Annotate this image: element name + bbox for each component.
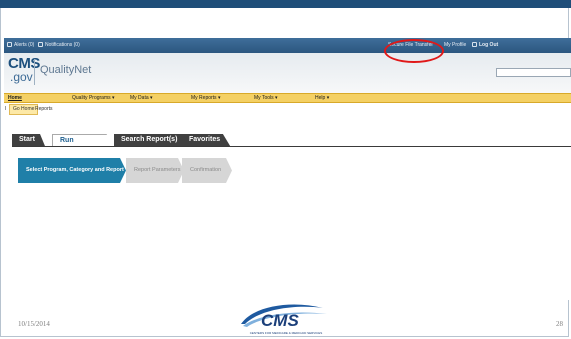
nav-my-reports[interactable]: My Reports ▾ xyxy=(191,95,220,101)
step-select-program[interactable]: Select Program, Category and Report xyxy=(18,158,126,183)
subnav-lead: I xyxy=(5,106,7,112)
alert-icon xyxy=(7,42,12,47)
slide-date: 10/15/2014 xyxy=(18,320,50,328)
chevron-down-icon: ▾ xyxy=(150,95,153,101)
cms-logo-subtitle: CENTERS FOR MEDICARE & MEDICAID SERVICES xyxy=(250,331,322,335)
nav-home[interactable]: Home xyxy=(8,95,22,101)
cms-logo[interactable]: CMS xyxy=(8,56,40,71)
my-profile-link[interactable]: My Profile xyxy=(444,42,466,48)
chevron-down-icon: ▾ xyxy=(217,95,221,101)
chevron-down-icon: ▾ xyxy=(275,95,278,101)
tab-run-reports[interactable]: Run Report(s) xyxy=(52,134,116,146)
slide-page-number: 28 xyxy=(556,320,563,328)
tab-underline xyxy=(12,146,571,147)
logout-icon xyxy=(472,42,477,47)
log-out-link[interactable]: Log Out xyxy=(472,42,498,48)
site-header: CMS .gov QualityNet xyxy=(4,53,571,93)
mail-icon xyxy=(38,42,43,47)
step-confirmation: Confirmation xyxy=(182,158,232,183)
cms-logo-text: CMS xyxy=(261,311,299,330)
slide-top-band xyxy=(0,0,571,8)
qualitynet-screenshot: Alerts (0) Notifications (0) Secure File… xyxy=(4,38,571,300)
nav-my-data[interactable]: My Data ▾ xyxy=(130,95,153,101)
tab-start[interactable]: Start xyxy=(12,134,45,146)
logo-divider xyxy=(34,59,35,85)
tab-favorites[interactable]: Favorites xyxy=(182,134,231,146)
alerts-link[interactable]: Alerts (0) xyxy=(7,42,34,48)
cms-logo-gov: .gov xyxy=(10,70,33,84)
nav-quality-programs[interactable]: Quality Programs ▾ xyxy=(72,95,115,101)
search-input[interactable] xyxy=(496,68,571,77)
nav-my-tools[interactable]: My Tools ▾ xyxy=(254,95,278,101)
utility-bar: Alerts (0) Notifications (0) Secure File… xyxy=(4,38,571,53)
chevron-down-icon: ▾ xyxy=(326,95,330,101)
nav-help[interactable]: Help ▾ xyxy=(315,95,329,101)
chevron-down-icon: ▾ xyxy=(112,95,115,101)
step-report-parameters: Report Parameters xyxy=(126,158,184,183)
highlight-oval xyxy=(384,39,444,63)
reports-link[interactable]: Reports xyxy=(35,106,53,112)
qualitynet-brand: QualityNet xyxy=(40,64,92,76)
go-home-button[interactable]: Go Home xyxy=(9,104,39,115)
subnav: I Go Home Reports xyxy=(4,103,571,115)
notifications-link[interactable]: Notifications (0) xyxy=(38,42,80,48)
cms-footer-logo: CMS CENTERS FOR MEDICARE & MEDICAID SERV… xyxy=(241,304,327,335)
main-nav: Home Quality Programs ▾ My Data ▾ My Rep… xyxy=(4,93,571,103)
